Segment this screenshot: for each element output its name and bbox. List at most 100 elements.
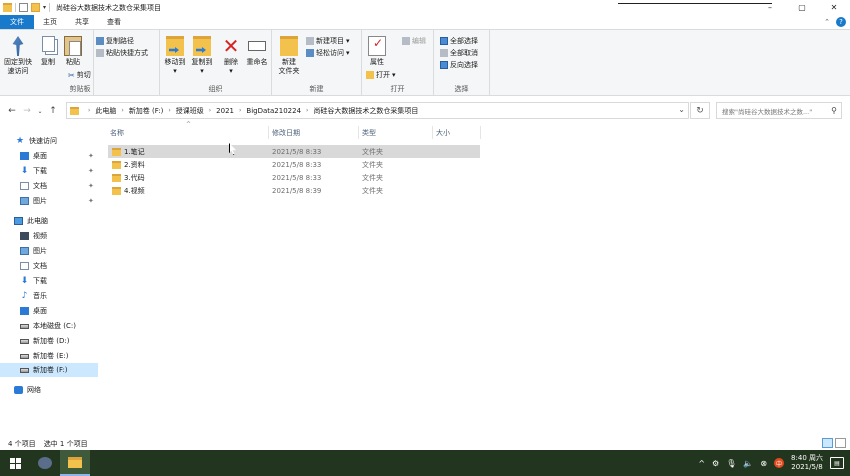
customize-toolbar-chevron-icon[interactable]: ▾	[43, 4, 46, 11]
file-row[interactable]: 3.代码 2021/5/8 8:33 文件夹	[108, 171, 480, 184]
edit-button[interactable]: 编辑	[402, 36, 426, 46]
column-header-size[interactable]: 大小	[436, 126, 480, 139]
taskbar-file-explorer[interactable]	[60, 450, 90, 476]
item-count: 4 个项目	[8, 439, 36, 448]
nav-label: 文档	[33, 182, 47, 190]
nav-this-pc[interactable]: 此电脑	[0, 214, 98, 228]
breadcrumb-drive-f[interactable]: 新加卷 (F:)	[129, 106, 164, 116]
tab-share[interactable]: 共享	[66, 15, 98, 29]
breadcrumb-separator-icon[interactable]: ›	[209, 107, 211, 114]
properties-icon[interactable]	[19, 3, 28, 12]
column-divider[interactable]	[480, 126, 481, 139]
folder-icon	[3, 3, 12, 12]
new-folder-button[interactable]: 新建 文件夹	[276, 36, 302, 76]
search-input[interactable]: 搜索"尚硅谷大数据技术之数..." ⚲	[716, 102, 842, 119]
close-button[interactable]: ✕	[818, 0, 850, 15]
nav-pictures[interactable]: 图片	[0, 244, 98, 258]
file-row[interactable]: 4.视频 2021/5/8 8:39 文件夹	[108, 184, 480, 197]
minimize-button[interactable]: –	[754, 0, 786, 15]
large-icons-view-button[interactable]	[835, 438, 846, 448]
rename-button[interactable]: 重命名	[245, 36, 269, 67]
network-status-icon[interactable]: ⚙	[712, 459, 719, 468]
open-button[interactable]: 打开 ▾	[366, 70, 396, 80]
breadcrumb-project[interactable]: 尚硅谷大数据技术之数仓采集项目	[313, 106, 418, 116]
column-divider[interactable]	[358, 126, 359, 139]
help-icon[interactable]: ?	[836, 17, 846, 27]
nav-network[interactable]: 网络	[0, 383, 98, 397]
start-button[interactable]	[0, 450, 30, 476]
pin-quick-access-button[interactable]: 固定到快 速访问	[3, 36, 33, 76]
recent-locations-chevron-icon[interactable]: ⌄	[34, 108, 46, 115]
column-divider[interactable]	[268, 126, 269, 139]
new-item-button[interactable]: 新建项目 ▾	[306, 36, 350, 46]
tab-home[interactable]: 主页	[34, 15, 66, 29]
breadcrumb-this-pc[interactable]: 此电脑	[95, 106, 116, 116]
address-dropdown-chevron-icon[interactable]: ⌄	[678, 105, 685, 114]
move-to-button[interactable]: 移动到 ▾	[162, 36, 188, 76]
cut-button[interactable]: ✂ 剪切	[68, 70, 91, 80]
nav-drive-d[interactable]: 新加卷 (D:)	[0, 334, 98, 348]
nav-documents[interactable]: 文档	[0, 259, 98, 273]
refresh-button[interactable]: ↻	[690, 102, 710, 119]
input-method-icon[interactable]: 中	[774, 458, 785, 468]
select-all-button[interactable]: 全部选择	[440, 36, 478, 46]
nav-drive-f[interactable]: 新加卷 (F:)	[0, 363, 98, 377]
column-divider[interactable]	[432, 126, 433, 139]
column-header-type[interactable]: 类型	[362, 126, 432, 139]
breadcrumb-separator-icon[interactable]: ›	[168, 107, 170, 114]
clock-time: 8:40 周六	[791, 454, 823, 462]
collapse-ribbon-chevron-icon[interactable]: ⌃	[824, 18, 830, 26]
file-row[interactable]: 1.笔记 2021/5/8 8:33 文件夹	[108, 145, 480, 158]
breadcrumb-classes[interactable]: 授课班级	[176, 106, 204, 116]
back-arrow-icon[interactable]: ←	[6, 106, 18, 116]
nav-qa-documents[interactable]: 文档 ✦	[0, 179, 98, 193]
nav-qa-desktop[interactable]: 桌面 ✦	[0, 149, 98, 163]
nav-quick-access[interactable]: ★ 快速访问	[0, 134, 98, 148]
taskbar-app-1[interactable]	[30, 450, 60, 476]
nav-drive-c[interactable]: 本地磁盘 (C:)	[0, 319, 98, 333]
navigation-bar: ← → ⌄ ↑ › 此电脑 › 新加卷 (F:) › 授课班级 › 2021 ›…	[0, 100, 850, 122]
restore-button[interactable]: ▢	[786, 0, 818, 15]
address-bar[interactable]: › 此电脑 › 新加卷 (F:) › 授课班级 › 2021 › BigData…	[66, 102, 689, 119]
easy-access-button[interactable]: 轻松访问 ▾	[306, 48, 350, 58]
breadcrumb-separator-icon[interactable]: ›	[121, 107, 123, 114]
nav-downloads[interactable]: ⬇ 下载	[0, 274, 98, 288]
nav-qa-downloads[interactable]: ⬇ 下载 ✦	[0, 164, 98, 178]
nav-drive-e[interactable]: 新加卷 (E:)	[0, 349, 98, 363]
app-tray-icon[interactable]: ⊗	[760, 459, 767, 468]
paste-button[interactable]: 粘贴	[63, 36, 83, 67]
breadcrumb-separator-icon[interactable]: ›	[239, 107, 241, 114]
network-icon	[14, 386, 23, 394]
nav-desktop[interactable]: 桌面	[0, 304, 98, 318]
column-header-name[interactable]: 名称	[110, 126, 268, 139]
nav-music[interactable]: ♪ 音乐	[0, 289, 98, 303]
tab-view[interactable]: 查看	[98, 15, 130, 29]
file-row[interactable]: 2.资料 2021/5/8 8:33 文件夹	[108, 158, 480, 171]
copy-to-button[interactable]: 复制到 ▾	[189, 36, 215, 76]
organize-group-label: 组织	[208, 85, 223, 93]
delete-button[interactable]: ✕ 删除 ▾	[220, 36, 242, 76]
new-folder-icon[interactable]	[31, 3, 40, 12]
breadcrumb-separator-icon[interactable]: ›	[306, 107, 308, 114]
tab-file[interactable]: 文件	[0, 15, 34, 29]
video-icon	[20, 232, 29, 240]
show-hidden-icons-chevron-icon[interactable]: ^	[698, 459, 705, 468]
breadcrumb-bigdata[interactable]: BigData210224	[246, 107, 301, 115]
volume-icon[interactable]: 🔈	[743, 459, 753, 468]
details-view-button[interactable]	[822, 438, 833, 448]
select-none-button[interactable]: 全部取消	[440, 48, 478, 58]
breadcrumb-separator-icon[interactable]: ›	[88, 107, 90, 114]
clock[interactable]: 8:40 周六 2021/5/8	[791, 454, 823, 472]
copy-button[interactable]: 复制	[38, 36, 58, 67]
microphone-icon[interactable]: 🎙	[726, 459, 736, 468]
notification-center-icon[interactable]: ▤	[830, 457, 844, 469]
column-header-modified[interactable]: 修改日期	[272, 126, 358, 139]
properties-button[interactable]: 属性	[364, 36, 390, 67]
up-arrow-icon[interactable]: ↑	[47, 106, 59, 116]
nav-videos[interactable]: 视频	[0, 229, 98, 243]
nav-label: 本地磁盘 (C:)	[33, 322, 76, 330]
forward-arrow-icon[interactable]: →	[21, 106, 33, 116]
nav-qa-pictures[interactable]: 图片 ✦	[0, 194, 98, 208]
invert-selection-button[interactable]: 反向选择	[440, 60, 478, 70]
breadcrumb-2021[interactable]: 2021	[216, 107, 234, 115]
